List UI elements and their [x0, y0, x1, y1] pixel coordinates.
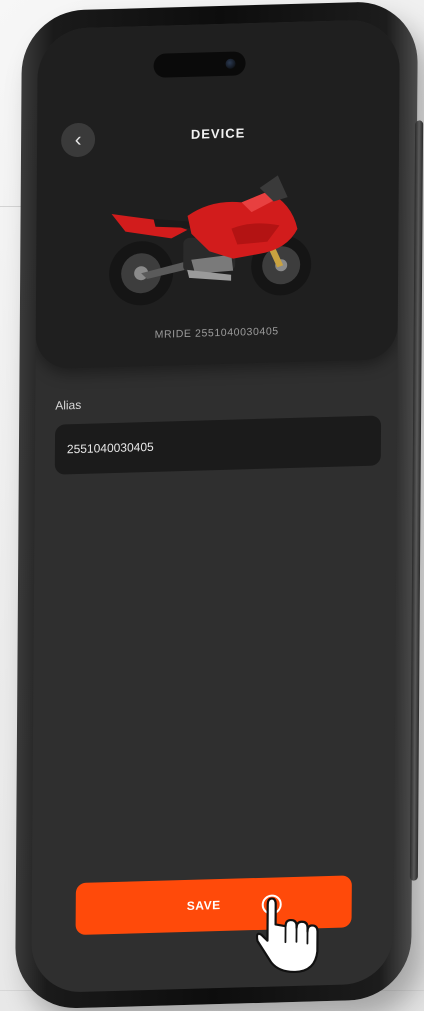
alias-label: Alias [55, 397, 82, 413]
dynamic-island [153, 51, 246, 78]
hand-pointer-icon [255, 894, 319, 974]
alias-input[interactable] [54, 415, 382, 475]
phone-mockup: ‹ DEVICE MRIDE 2551040030405 Alias 25510… [15, 0, 424, 1010]
app-screen: ‹ DEVICE MRIDE 2551040030405 Alias 25510… [31, 18, 400, 994]
camera-icon [225, 58, 236, 69]
motorcycle-image [109, 175, 312, 306]
page-title: DEVICE [190, 125, 246, 142]
device-id: MRIDE 2551040030405 [154, 325, 279, 341]
save-button-label: SAVE [186, 898, 221, 913]
